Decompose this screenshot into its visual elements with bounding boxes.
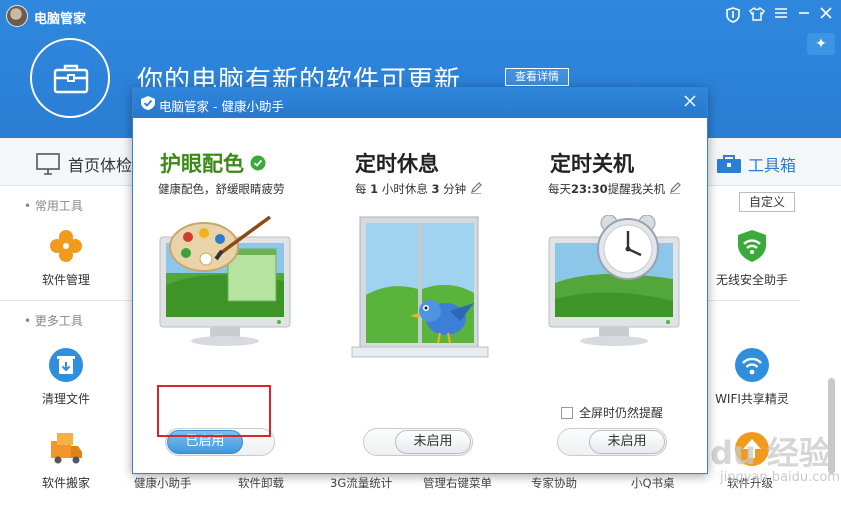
- shutdown-toggle-label: 未启用: [589, 430, 665, 454]
- toolbox-tab-icon: [717, 155, 741, 173]
- shutdown-subtitle: 每天23:30提醒我关机: [548, 181, 681, 197]
- tool-software-manager[interactable]: 软件管理: [21, 228, 111, 288]
- fullscreen-reminder-row[interactable]: 全屏时仍然提醒: [561, 404, 663, 421]
- tab-home-checkup[interactable]: 首页体检: [36, 152, 132, 176]
- toolbox-icon: [30, 38, 110, 118]
- bottom-tool-label[interactable]: 软件卸载: [238, 475, 284, 491]
- rest-hours: 1: [370, 182, 379, 196]
- customize-button[interactable]: 自定义: [739, 192, 795, 212]
- tab-toolbox-label: 工具箱: [748, 156, 797, 175]
- rest-reminder-toggle[interactable]: 未启用: [363, 428, 473, 456]
- edit-pencil-icon[interactable]: [470, 182, 482, 194]
- trash-icon: [49, 348, 83, 382]
- bottom-tool-label[interactable]: 管理右键菜单: [423, 475, 492, 491]
- watermark-url: jingyan.baidu.com: [720, 470, 840, 485]
- moving-truck-icon: [51, 433, 82, 464]
- tool-wireless-security[interactable]: 无线安全助手: [707, 228, 797, 288]
- minimize-icon[interactable]: [795, 7, 813, 25]
- shield-icon[interactable]: [724, 7, 742, 25]
- menu-icon[interactable]: [772, 7, 790, 25]
- shutdown-sub-prefix: 每天: [548, 182, 571, 196]
- user-avatar[interactable]: [6, 5, 28, 27]
- view-details-button[interactable]: 查看详情: [505, 68, 569, 86]
- rest-sub-prefix: 每: [355, 182, 367, 196]
- eye-care-subtitle: 健康配色，舒缓眼睛疲劳: [158, 182, 285, 196]
- section-common-tools: • 常用工具: [24, 199, 83, 213]
- shutdown-panel: 定时关机 每天23:30提醒我关机 全屏时仍然提醒 未启用: [517, 118, 707, 473]
- eye-care-title-row: 护眼配色: [160, 148, 266, 178]
- dialog-title: 电脑管家 - 健康小助手: [159, 99, 284, 114]
- dialog-title-bar: 电脑管家 - 健康小助手: [133, 88, 707, 118]
- rest-reminder-title: 定时休息: [355, 152, 439, 176]
- tab-toolbox[interactable]: 工具箱: [716, 152, 796, 176]
- bottom-tool-label[interactable]: 3G流量统计: [330, 475, 392, 491]
- tool-label: 清理文件: [41, 392, 90, 406]
- tool-label: 软件管理: [41, 273, 90, 287]
- eye-care-title: 护眼配色: [160, 152, 244, 176]
- bottom-tool-label[interactable]: 小Q书桌: [631, 475, 675, 491]
- shutdown-title: 定时关机: [550, 152, 634, 176]
- app-shield-icon: [141, 96, 155, 110]
- close-icon[interactable]: [817, 7, 835, 25]
- rest-sub-suffix: 分钟: [443, 182, 467, 196]
- dialog-close-icon[interactable]: [681, 93, 699, 111]
- title-bar: 电脑管家: [0, 0, 841, 32]
- tool-wifi-share[interactable]: WIFI共享精灵: [707, 347, 797, 407]
- rest-minutes: 3: [431, 182, 440, 196]
- fullscreen-reminder-label: 全屏时仍然提醒: [579, 406, 664, 420]
- wifi-shield-icon: [738, 230, 766, 262]
- shutdown-time: 23:30: [571, 182, 608, 196]
- window-bird-illustration: [351, 216, 489, 358]
- bottom-tool-label[interactable]: 健康小助手: [134, 475, 192, 491]
- sparkle-icon[interactable]: ✦: [807, 33, 835, 55]
- monitor-icon: [36, 153, 60, 175]
- tab-home-label: 首页体检: [68, 156, 133, 175]
- check-circle-icon: [250, 155, 266, 171]
- edit-pencil-icon[interactable]: [669, 182, 681, 194]
- eye-care-monitor-illustration: [159, 215, 291, 346]
- shutdown-toggle[interactable]: 未启用: [557, 428, 667, 456]
- tool-label: 软件搬家: [41, 476, 90, 490]
- shutdown-sub-suffix: 提醒我关机: [607, 182, 666, 196]
- wifi-share-icon: [735, 348, 769, 382]
- clover-icon: [50, 230, 82, 262]
- tool-label: WIFI共享精灵: [715, 392, 789, 406]
- bottom-tool-label[interactable]: 专家协助: [531, 475, 577, 491]
- rest-sub-middle: 小时休息: [381, 182, 428, 196]
- rest-reminder-toggle-label: 未启用: [395, 430, 471, 454]
- tool-clean-files[interactable]: 清理文件: [21, 347, 111, 407]
- skin-icon[interactable]: [748, 6, 766, 25]
- clock-monitor-illustration: [548, 215, 680, 346]
- app-title: 电脑管家: [34, 12, 87, 27]
- fullscreen-reminder-checkbox[interactable]: [561, 406, 573, 419]
- tool-label: 无线安全助手: [715, 273, 788, 287]
- tool-software-move[interactable]: 软件搬家: [21, 431, 111, 491]
- section-more-tools: • 更多工具: [24, 314, 83, 328]
- highlight-annotation-box: [157, 385, 271, 437]
- rest-reminder-panel: 定时休息 每 1 小时休息 3 分钟 未启用: [325, 118, 515, 473]
- rest-reminder-subtitle: 每 1 小时休息 3 分钟: [355, 181, 482, 197]
